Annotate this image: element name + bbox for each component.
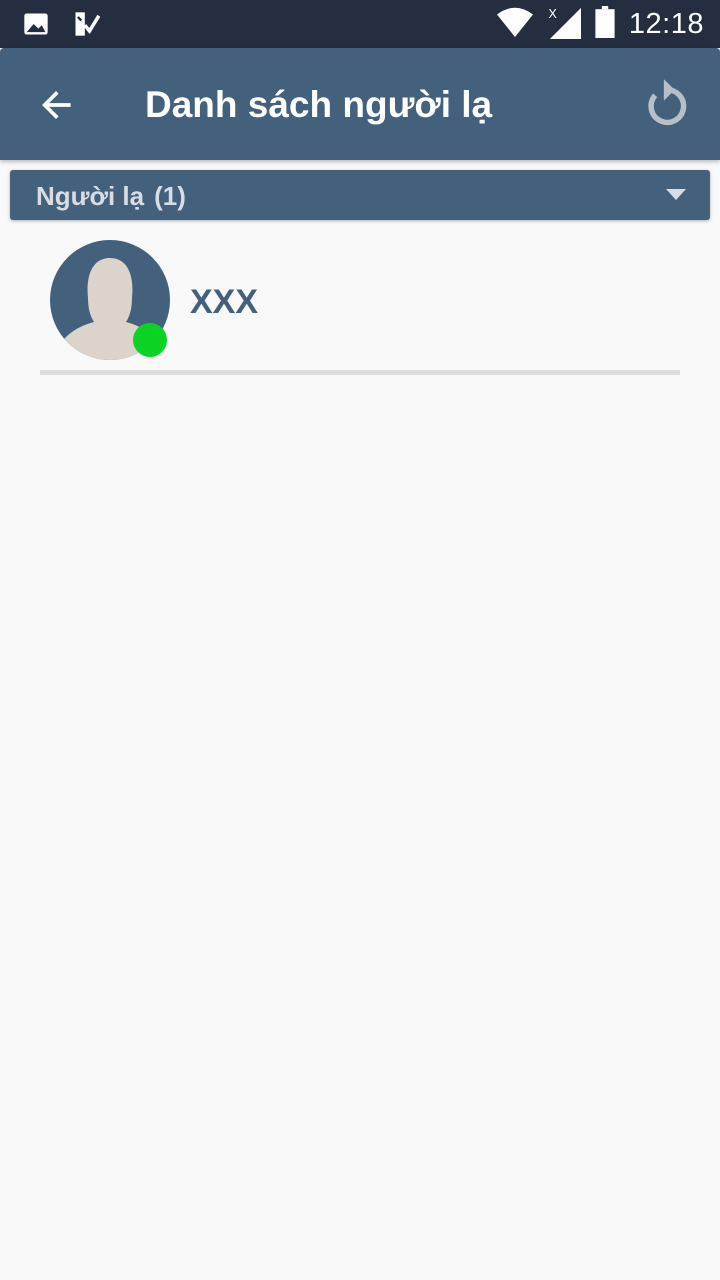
- group-title: Người lạ: [36, 181, 145, 211]
- group-count: (1): [154, 181, 186, 211]
- image-icon: [22, 10, 50, 43]
- caret-down-icon: [666, 189, 686, 200]
- page-title: Danh sách người lạ: [145, 84, 493, 125]
- arrow-left-icon: [42, 91, 71, 119]
- online-status-indicator: [133, 323, 167, 357]
- contact-name: XXX: [190, 283, 259, 321]
- back-button[interactable]: [30, 82, 82, 128]
- group-label: Người lạ (1): [36, 170, 186, 220]
- refresh-button[interactable]: [638, 76, 694, 132]
- signal-icon: X: [547, 5, 581, 44]
- svg-text:X: X: [548, 5, 557, 20]
- battery-icon: [595, 5, 615, 43]
- status-bar: X 12:18: [0, 0, 720, 48]
- wifi-icon: [496, 7, 533, 42]
- status-time: 12:18: [628, 7, 704, 40]
- contact-row[interactable]: XXX: [40, 232, 680, 375]
- app-bar: Danh sách người lạ: [0, 48, 720, 160]
- group-header-strangers[interactable]: Người lạ (1): [10, 170, 710, 220]
- checklist-icon: [72, 10, 101, 43]
- row-divider: [40, 370, 680, 375]
- refresh-icon: [648, 79, 687, 126]
